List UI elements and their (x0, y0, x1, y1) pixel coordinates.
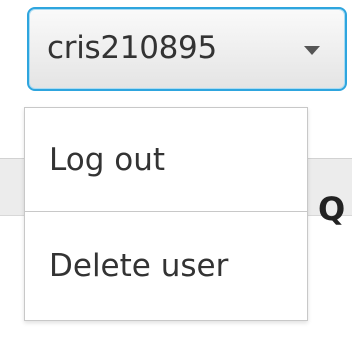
menu-item-log-out[interactable]: Log out (25, 108, 307, 212)
username-label: cris210895 (47, 30, 217, 66)
chevron-down-icon (304, 46, 320, 55)
background-partial-text: Q (318, 190, 346, 228)
user-dropdown-menu: Log out Delete user (24, 107, 308, 321)
menu-item-delete-user[interactable]: Delete user (25, 212, 307, 320)
user-menu-button[interactable]: cris210895 (27, 7, 347, 91)
